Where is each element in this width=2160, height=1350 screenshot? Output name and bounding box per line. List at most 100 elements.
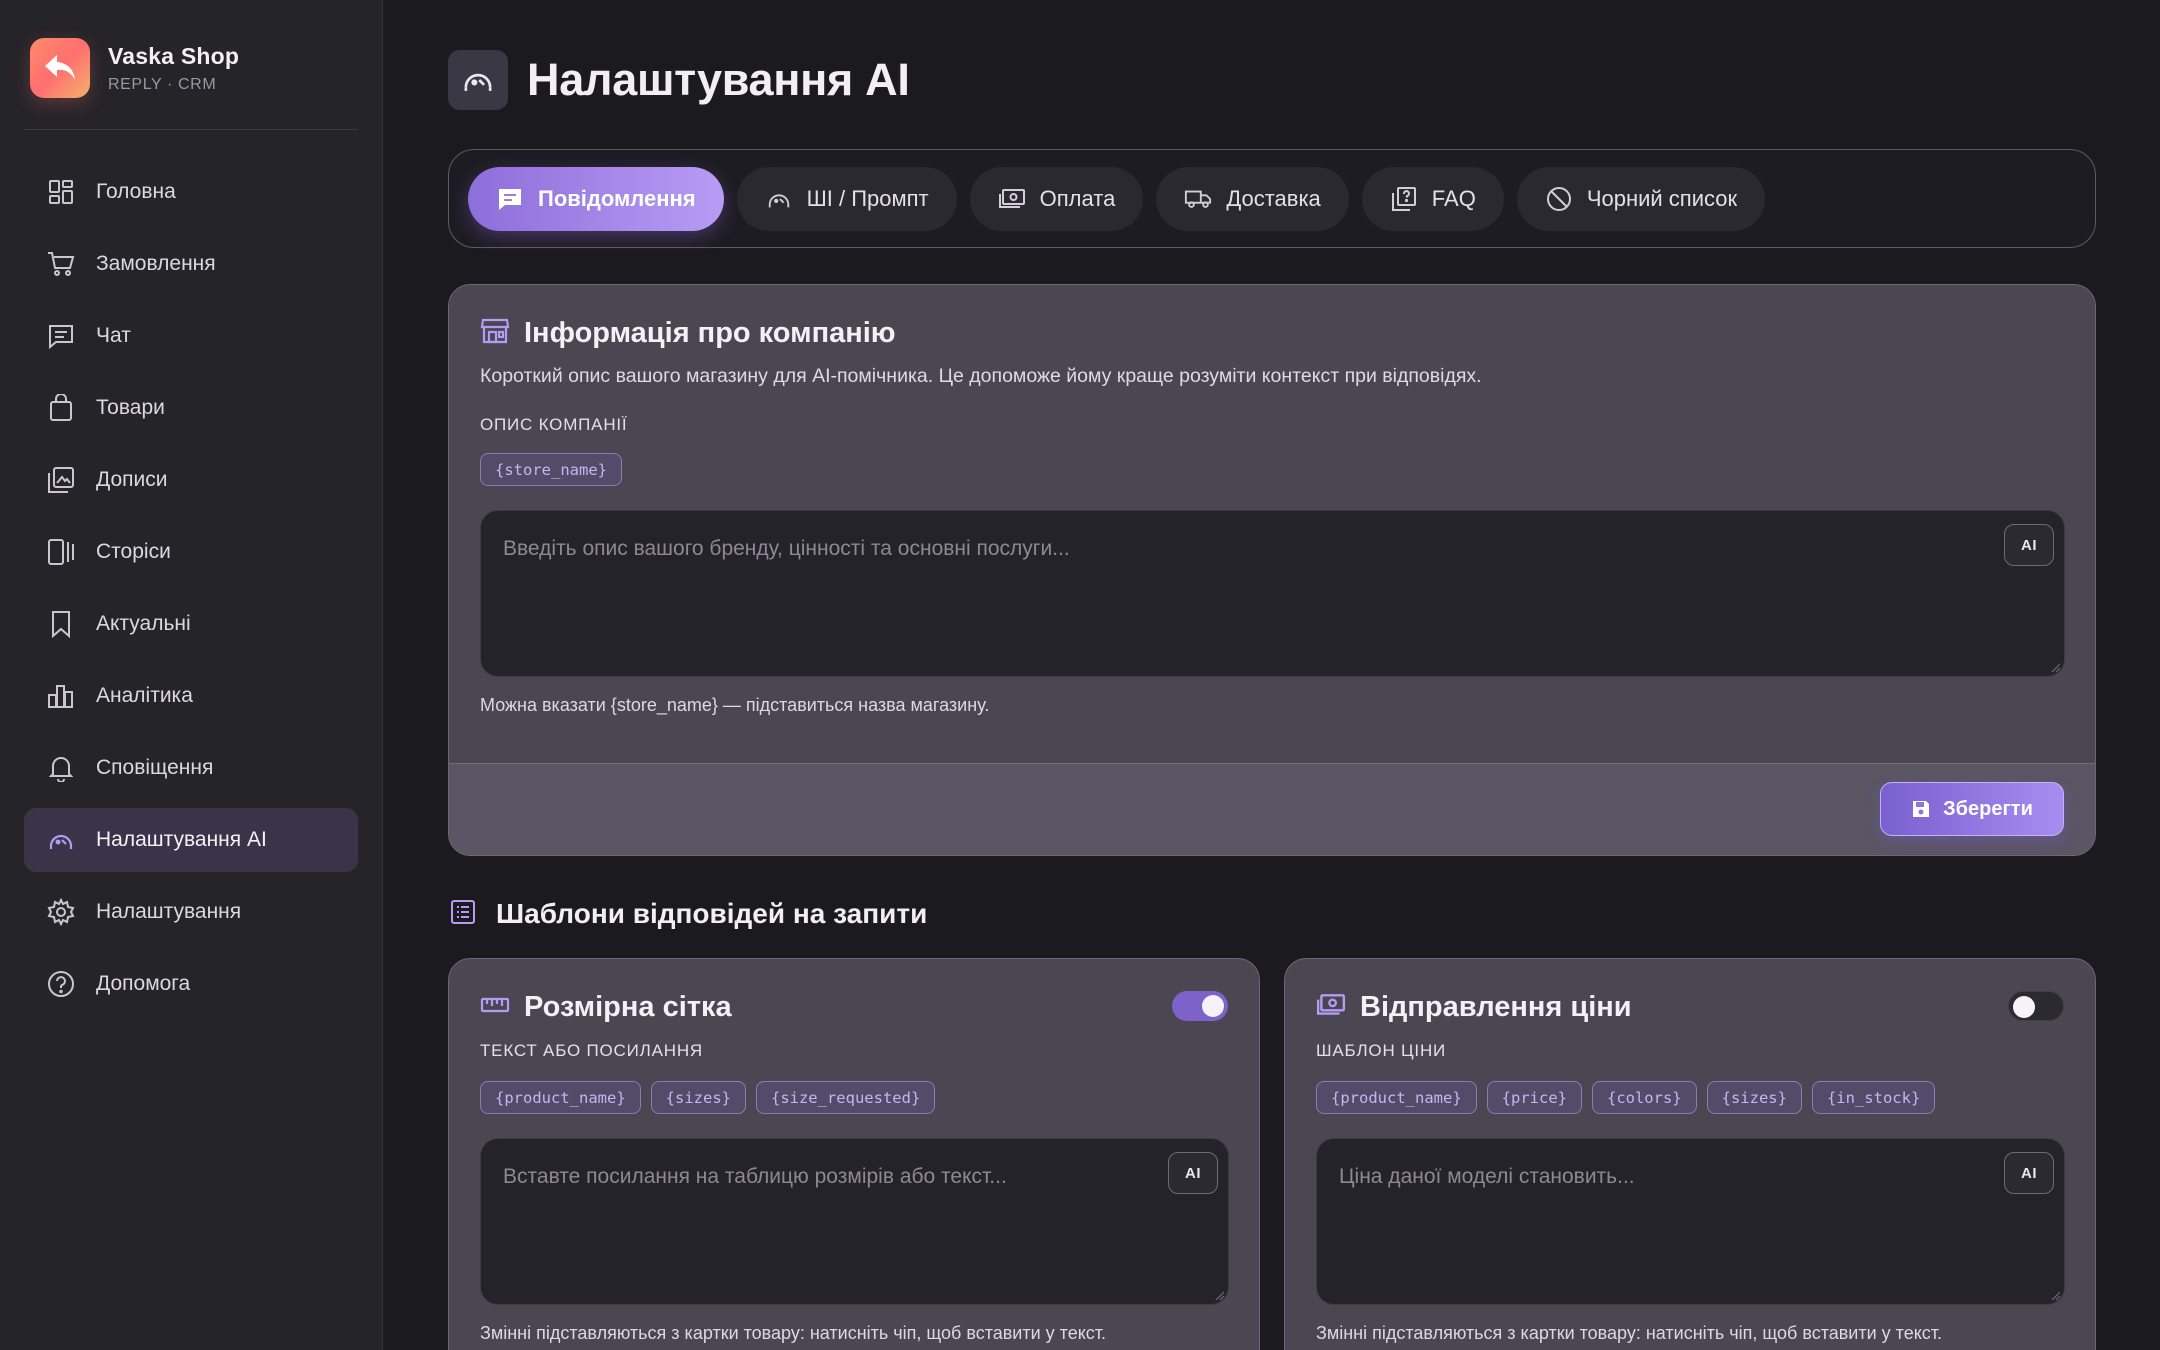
sidebar-item-label: Дописи xyxy=(96,468,168,491)
chat-icon xyxy=(46,321,76,351)
textarea-placeholder: Вставте посилання на таблицю розмірів аб… xyxy=(503,1165,1007,1188)
card-title: Інформація про компанію xyxy=(524,317,896,349)
section-title: Шаблони відповідей на запити xyxy=(496,898,928,929)
sidebar-item-analytics[interactable]: Аналітика xyxy=(24,664,358,728)
templates-section-header: Шаблони відповідей на запити xyxy=(450,898,927,930)
card-header: Відправлення ціни xyxy=(1316,991,1632,1024)
variable-chips: {product_name} {sizes} {size_requested} xyxy=(480,1081,945,1114)
sidebar-item-label: Налаштування AI xyxy=(96,828,267,851)
ai-generate-button[interactable]: AI xyxy=(2004,1152,2054,1194)
company-info-card: Інформація про компанію Короткий опис ва… xyxy=(448,284,2096,856)
variable-chip[interactable]: {in_stock} xyxy=(1811,1081,1936,1114)
enable-toggle[interactable] xyxy=(2008,991,2064,1021)
field-label: ШАБЛОН ЦІНИ xyxy=(1316,1041,1447,1060)
faq-icon xyxy=(1390,185,1418,213)
tab-delivery[interactable]: Доставка xyxy=(1156,166,1349,231)
resize-handle-icon[interactable] xyxy=(2050,662,2060,672)
variable-chip[interactable]: {product_name} xyxy=(480,1081,641,1114)
company-description-textarea[interactable]: Введіть опис вашого бренду, цінності та … xyxy=(480,510,2065,677)
sidebar-item-help[interactable]: Допомога xyxy=(24,952,358,1016)
textarea-placeholder: Введіть опис вашого бренду, цінності та … xyxy=(503,537,1070,560)
dashboard-icon xyxy=(46,177,76,207)
card-header: Інформація про компанію xyxy=(480,317,896,350)
card-footer: Зберегти xyxy=(449,763,2095,855)
floppy-disk-icon xyxy=(1911,799,1931,819)
block-icon xyxy=(1545,185,1573,213)
variable-chip[interactable]: {product_name} xyxy=(1316,1081,1477,1114)
sidebar-item-home[interactable]: Головна xyxy=(24,160,358,224)
tab-label: Оплата xyxy=(1039,185,1116,211)
field-hint: Змінні підставляються з картки товару: н… xyxy=(480,1323,1107,1343)
ai-generate-button[interactable]: AI xyxy=(2004,524,2054,566)
sidebar-item-settings[interactable]: Налаштування xyxy=(24,880,358,944)
help-icon xyxy=(46,969,76,999)
enable-toggle[interactable] xyxy=(1172,991,1228,1021)
message-icon xyxy=(496,185,524,213)
tab-label: ШІ / Промпт xyxy=(806,185,929,211)
ruler-icon xyxy=(480,995,510,1020)
list-icon xyxy=(450,899,476,930)
card-description: Короткий опис вашого магазину для AI-пом… xyxy=(480,365,1482,387)
sidebar-item-chat[interactable]: Чат xyxy=(24,304,358,368)
tab-ai-prompt[interactable]: ШІ / Промпт xyxy=(736,166,957,231)
card-header: Розмірна сітка xyxy=(480,991,732,1024)
ai-icon xyxy=(46,825,76,855)
save-button-label: Зберегти xyxy=(1943,797,2033,820)
resize-handle-icon[interactable] xyxy=(2050,1290,2060,1300)
sidebar-item-notifications[interactable]: Сповіщення xyxy=(24,736,358,800)
toggle-knob xyxy=(1202,995,1224,1017)
card-title: Відправлення ціни xyxy=(1360,991,1632,1023)
sidebar-item-stories[interactable]: Сторіси xyxy=(24,520,358,584)
variable-chip[interactable]: {colors} xyxy=(1591,1081,1697,1114)
field-hint: Можна вказати {store_name} — підставитьс… xyxy=(480,695,990,715)
settings-tabs: Повідомлення ШІ / Промпт Оплата Доставка… xyxy=(448,149,2096,248)
variable-chip[interactable]: {price} xyxy=(1486,1081,1582,1114)
brand[interactable]: Vaska Shop REPLY · CRM xyxy=(30,38,239,98)
page-title: Налаштування AI xyxy=(527,54,910,105)
sidebar-item-label: Налаштування xyxy=(96,900,242,923)
variable-chip[interactable]: {size_requested} xyxy=(755,1081,936,1114)
tab-label: FAQ xyxy=(1431,185,1476,211)
ai-generate-button[interactable]: AI xyxy=(1168,1152,1218,1194)
tab-faq[interactable]: FAQ xyxy=(1361,166,1504,231)
ai-icon xyxy=(765,185,793,213)
sidebar-item-label: Замовлення xyxy=(96,252,216,275)
sidebar-item-label: Товари xyxy=(96,396,165,419)
sidebar-item-posts[interactable]: Дописи xyxy=(24,448,358,512)
variable-chip[interactable]: {store_name} xyxy=(480,453,622,486)
image-icon xyxy=(46,465,76,495)
gear-icon xyxy=(46,897,76,927)
chart-icon xyxy=(46,681,76,711)
sidebar-item-ai-settings[interactable]: Налаштування AI xyxy=(24,808,358,872)
money-icon xyxy=(998,185,1026,213)
truck-icon xyxy=(1184,185,1212,213)
stories-icon xyxy=(46,537,76,567)
variable-chip[interactable]: {sizes} xyxy=(650,1081,746,1114)
sidebar-item-label: Сповіщення xyxy=(96,756,214,779)
card-title: Розмірна сітка xyxy=(524,991,732,1023)
field-label: ОПИС КОМПАНІЇ xyxy=(480,415,628,434)
save-button[interactable]: Зберегти xyxy=(1880,782,2064,836)
brand-subtitle: REPLY · CRM xyxy=(108,75,217,93)
sidebar-item-orders[interactable]: Замовлення xyxy=(24,232,358,296)
variable-chip[interactable]: {sizes} xyxy=(1706,1081,1802,1114)
toggle-knob xyxy=(2013,996,2035,1018)
price-template-card: Відправлення ціни ШАБЛОН ЦІНИ {product_n… xyxy=(1284,958,2096,1350)
divider xyxy=(24,129,358,130)
reply-arrow-icon xyxy=(30,38,90,98)
textarea-placeholder: Ціна даної моделі становить... xyxy=(1339,1165,1635,1188)
tab-label: Повідомлення xyxy=(538,185,696,211)
sidebar-item-highlights[interactable]: Актуальні xyxy=(24,592,358,656)
ai-icon xyxy=(448,50,508,110)
tab-blacklist[interactable]: Чорний список xyxy=(1516,166,1766,231)
tab-payment[interactable]: Оплата xyxy=(969,166,1144,231)
sidebar-item-label: Допомога xyxy=(96,972,191,995)
resize-handle-icon[interactable] xyxy=(1214,1290,1224,1300)
sidebar-item-products[interactable]: Товари xyxy=(24,376,358,440)
field-hint: Змінні підставляються з картки товару: н… xyxy=(1316,1323,1943,1343)
field-label: ТЕКСТ АБО ПОСИЛАННЯ xyxy=(480,1041,703,1060)
size-chart-textarea[interactable]: Вставте посилання на таблицю розмірів аб… xyxy=(480,1138,1229,1305)
price-template-textarea[interactable]: Ціна даної моделі становить... AI xyxy=(1316,1138,2065,1305)
tab-messages[interactable]: Повідомлення xyxy=(468,166,724,231)
brand-name: Vaska Shop xyxy=(108,42,240,69)
